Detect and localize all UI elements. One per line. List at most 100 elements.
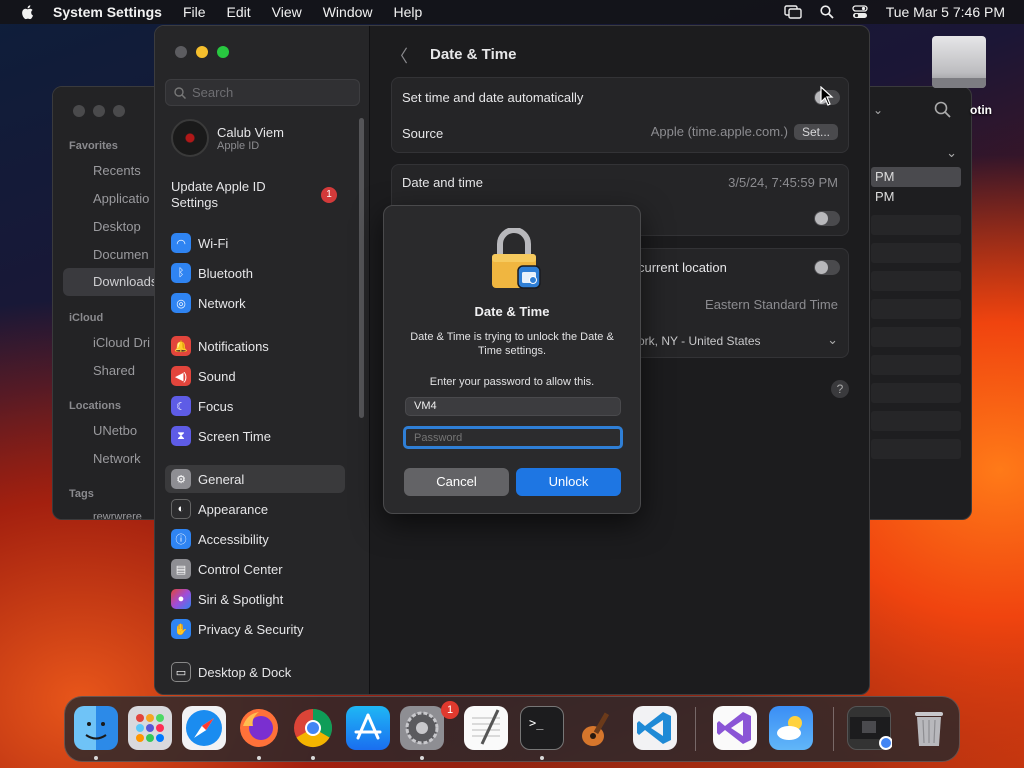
sidebar-item-general[interactable]: ⚙ General: [165, 465, 345, 493]
finder-chevron-down-icon[interactable]: ⌄: [873, 103, 883, 117]
sidebar-search-input[interactable]: Search: [165, 79, 360, 106]
finder-item-shared[interactable]: Shared: [93, 363, 135, 378]
sidebar-item-wifi[interactable]: ◠ Wi-Fi: [171, 232, 228, 254]
system-settings-icon[interactable]: [400, 706, 444, 750]
drive-label[interactable]: otin: [970, 103, 992, 117]
textedit-icon[interactable]: [464, 706, 508, 750]
sidebar-item-focus[interactable]: ☾ Focus: [171, 395, 233, 417]
sidebar-item-siri-spotlight[interactable]: ● Siri & Spotlight: [171, 588, 283, 610]
source-value: Apple (time.apple.com.): [650, 124, 788, 139]
search-icon: [174, 86, 186, 99]
menu-file[interactable]: File: [183, 4, 206, 20]
time-format-toggle[interactable]: [814, 211, 840, 226]
sidebar-item-accessibility[interactable]: ⓘ Accessibility: [171, 528, 269, 550]
weather-icon[interactable]: [769, 706, 813, 750]
minimize-button[interactable]: [196, 46, 208, 58]
unlock-button[interactable]: Unlock: [516, 468, 621, 496]
terminal-icon[interactable]: >_: [520, 706, 564, 750]
globe-icon: ◎: [171, 293, 191, 313]
trash-icon[interactable]: [907, 706, 951, 750]
finder-file-list: PM PM: [871, 167, 961, 467]
sidebar-item-desktop-dock[interactable]: ▭ Desktop & Dock: [171, 661, 291, 683]
dialog-title: Date & Time: [474, 304, 550, 319]
table-row[interactable]: [871, 299, 961, 319]
close-button[interactable]: [73, 105, 85, 117]
auto-time-row: Set time and date automatically: [402, 90, 838, 105]
finder-item-desktop[interactable]: Desktop: [93, 219, 141, 234]
table-row[interactable]: [871, 355, 961, 375]
finder-item-recents[interactable]: Recents: [93, 163, 141, 178]
finder-item-unetbootin[interactable]: UNetbo: [93, 423, 137, 438]
table-row[interactable]: [871, 439, 961, 459]
sidebar-item-appearance[interactable]: ◐ Appearance: [171, 498, 268, 520]
table-row[interactable]: [871, 243, 961, 263]
finder-item-applications[interactable]: Applicatio: [93, 191, 149, 206]
table-row[interactable]: [871, 411, 961, 431]
sidebar-item-privacy-security[interactable]: ✋ Privacy & Security: [171, 618, 303, 640]
menu-window[interactable]: Window: [323, 4, 373, 20]
finder-icon[interactable]: [74, 706, 118, 750]
zoom-button[interactable]: [217, 46, 229, 58]
finder-item-icloud-drive[interactable]: iCloud Dri: [93, 335, 150, 350]
safari-icon[interactable]: [182, 706, 226, 750]
finder-path-chevron-icon[interactable]: ⌄: [946, 145, 957, 161]
sidebar-item-network[interactable]: ◎ Network: [171, 292, 246, 314]
sidebar-scrollbar[interactable]: [359, 118, 364, 418]
back-chevron-icon[interactable]: 〈: [391, 42, 408, 67]
sidebar-item-label: Network: [198, 295, 246, 311]
chrome-icon[interactable]: [291, 706, 335, 750]
close-button[interactable]: [175, 46, 187, 58]
sidebar-item-bluetooth[interactable]: ᛒ Bluetooth: [171, 262, 253, 284]
closest-city-value: ork, NY - United States: [638, 334, 761, 348]
username-field[interactable]: VM4: [405, 397, 621, 416]
menu-clock[interactable]: Tue Mar 5 7:46 PM: [886, 4, 1005, 20]
external-drive-icon[interactable]: [930, 36, 988, 92]
help-button[interactable]: ?: [831, 380, 849, 398]
finder-search-icon[interactable]: [934, 101, 951, 123]
visual-studio-icon[interactable]: [713, 706, 757, 750]
password-field[interactable]: [403, 426, 623, 449]
closest-city-row[interactable]: ork, NY - United States ⌄: [638, 332, 838, 348]
table-row[interactable]: [871, 327, 961, 347]
account-name: Calub Viem: [217, 124, 284, 140]
zoom-button[interactable]: [113, 105, 125, 117]
finder-section-favorites: Favorites: [69, 140, 118, 152]
sidebar-item-notifications[interactable]: 🔔 Notifications: [171, 335, 269, 357]
menu-app-name[interactable]: System Settings: [53, 4, 162, 20]
sidebar-item-screen-time[interactable]: ⧗ Screen Time: [171, 425, 271, 447]
table-row[interactable]: PM: [871, 187, 961, 207]
launchpad-icon[interactable]: [128, 706, 172, 750]
apple-menu-icon[interactable]: [20, 4, 36, 20]
vscode-icon[interactable]: [633, 706, 677, 750]
set-button[interactable]: Set...: [793, 124, 838, 140]
cancel-button[interactable]: Cancel: [404, 468, 509, 496]
firefox-icon[interactable]: [237, 706, 281, 750]
spotlight-search-icon[interactable]: [820, 5, 834, 19]
minimize-button[interactable]: [93, 105, 105, 117]
control-center-icon[interactable]: [852, 5, 868, 19]
menu-edit[interactable]: Edit: [227, 4, 251, 20]
garageband-icon[interactable]: [575, 706, 619, 750]
menu-help[interactable]: Help: [394, 4, 423, 20]
update-apple-id-item[interactable]: Update Apple ID Settings: [171, 179, 291, 211]
screenshot-thumbnail-icon[interactable]: [847, 706, 893, 750]
finder-item-tag[interactable]: rewrwrere: [93, 511, 142, 519]
apple-id-account[interactable]: Calub Viem Apple ID: [171, 119, 284, 157]
date-time-value[interactable]: 3/5/24, 7:45:59 PM: [728, 175, 838, 190]
source-value-group: Apple (time.apple.com.) Set...: [651, 124, 838, 140]
table-row[interactable]: [871, 271, 961, 291]
screen-mirroring-icon[interactable]: [783, 5, 802, 19]
location-toggle[interactable]: [814, 260, 840, 275]
bell-icon: 🔔: [171, 336, 191, 356]
finder-item-network[interactable]: Network: [93, 451, 141, 466]
sidebar-item-control-center[interactable]: ▤ Control Center: [171, 558, 283, 580]
finder-item-documents[interactable]: Documen: [93, 247, 149, 262]
menu-view[interactable]: View: [272, 4, 302, 20]
app-store-icon[interactable]: [346, 706, 390, 750]
sidebar-item-sound[interactable]: ◀) Sound: [171, 365, 236, 387]
table-row[interactable]: [871, 215, 961, 235]
sidebar-item-label: Wi-Fi: [198, 235, 229, 251]
chevron-down-icon: ⌄: [827, 332, 838, 347]
table-row[interactable]: [871, 383, 961, 403]
table-row[interactable]: PM: [871, 167, 961, 187]
